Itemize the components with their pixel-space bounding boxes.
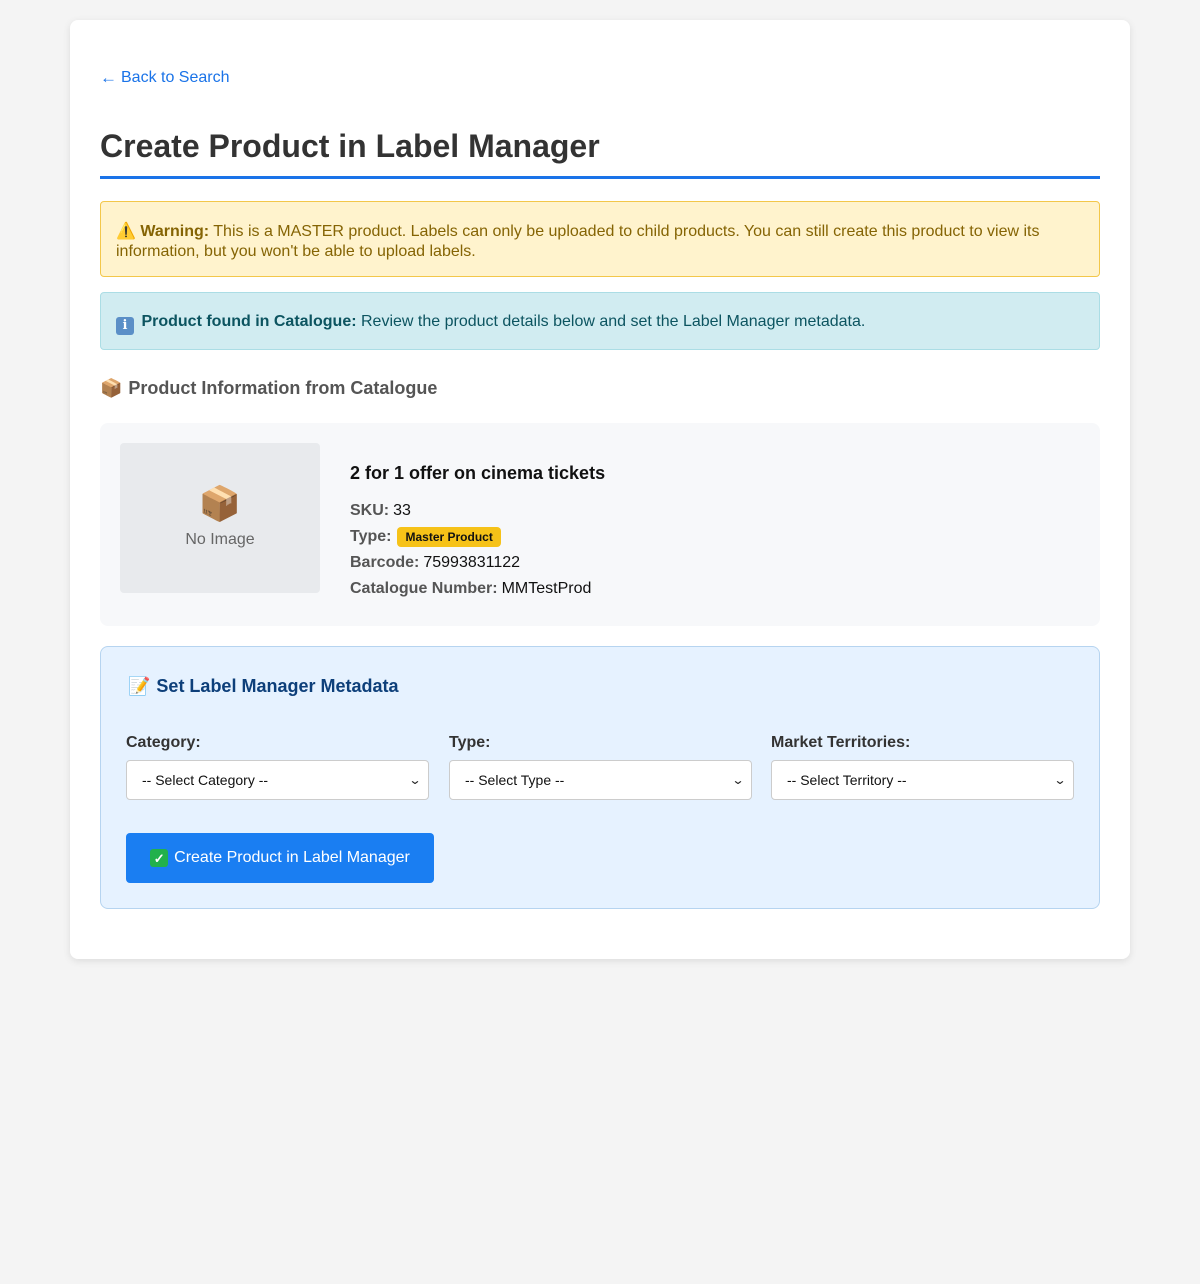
- metadata-heading-text: Set Label Manager Metadata: [156, 676, 399, 696]
- type-field: Type: -- Select Type -- ⌄: [449, 734, 752, 800]
- product-info-heading-text: Product Information from Catalogue: [128, 378, 438, 398]
- product-info-heading: 📦 Product Information from Catalogue: [100, 378, 437, 399]
- catalogue-number-value: MMTestProd: [501, 580, 592, 597]
- sku-label: SKU:: [350, 502, 390, 519]
- product-name: 2 for 1 offer on cinema tickets: [350, 463, 606, 483]
- chevron-down-icon: ⌄: [1053, 773, 1067, 787]
- memo-icon: 📝: [128, 676, 151, 696]
- type-select[interactable]: -- Select Type -- ⌄: [449, 760, 752, 800]
- type-select-value: -- Select Type --: [465, 772, 565, 788]
- metadata-heading: 📝 Set Label Manager Metadata: [128, 676, 399, 697]
- info-alert: i Product found in Catalogue: Review the…: [100, 292, 1100, 350]
- territories-label: Market Territories:: [771, 734, 911, 751]
- type-field-label: Type:: [449, 734, 491, 751]
- check-icon: ✓: [150, 849, 169, 867]
- metadata-panel: 📝 Set Label Manager Metadata Category: -…: [100, 646, 1100, 909]
- warning-icon: ⚠️: [116, 223, 136, 240]
- product-info-panel: 📦 No Image 2 for 1 offer on cinema ticke…: [100, 423, 1100, 626]
- territories-select[interactable]: -- Select Territory -- ⌄: [771, 760, 1074, 800]
- info-icon: i: [116, 317, 134, 335]
- back-to-search-link[interactable]: ← Back to Search: [100, 68, 230, 88]
- main-card: ← Back to Search Create Product in Label…: [70, 20, 1130, 959]
- info-label: Product found in Catalogue:: [141, 313, 357, 330]
- barcode-row: Barcode: 75993831122: [350, 550, 605, 576]
- back-link-label: Back to Search: [121, 69, 230, 86]
- create-product-button[interactable]: ✓ Create Product in Label Manager: [126, 833, 434, 883]
- category-select[interactable]: -- Select Category -- ⌄: [126, 760, 429, 800]
- package-icon: 📦: [198, 485, 242, 523]
- chevron-down-icon: ⌄: [731, 773, 745, 787]
- chevron-down-icon: ⌄: [408, 773, 422, 787]
- create-product-button-label: Create Product in Label Manager: [174, 849, 410, 866]
- info-text: Review the product details below and set…: [356, 313, 866, 330]
- catalogue-number-row: Catalogue Number: MMTestProd: [350, 576, 605, 602]
- barcode-value: 75993831122: [423, 554, 521, 571]
- sku-value: 33: [393, 502, 411, 519]
- territories-field: Market Territories: -- Select Territory …: [771, 734, 1074, 800]
- product-image-placeholder: 📦 No Image: [120, 443, 320, 593]
- sku-row: SKU: 33: [350, 498, 605, 524]
- category-select-value: -- Select Category --: [142, 772, 269, 788]
- product-details: 2 for 1 offer on cinema tickets SKU: 33 …: [350, 463, 605, 602]
- warning-text: This is a MASTER product. Labels can onl…: [116, 223, 1040, 260]
- warning-label: Warning:: [140, 223, 210, 240]
- type-label: Type:: [350, 528, 392, 545]
- catalogue-number-label: Catalogue Number:: [350, 580, 498, 597]
- territories-select-value: -- Select Territory --: [787, 772, 907, 788]
- type-row: Type: Master Product: [350, 524, 605, 550]
- warning-alert: ⚠️ Warning: This is a MASTER product. La…: [100, 201, 1100, 277]
- back-arrow-icon: ←: [100, 68, 117, 87]
- no-image-label: No Image: [185, 531, 255, 548]
- category-field: Category: -- Select Category -- ⌄: [126, 734, 429, 800]
- page-title: Create Product in Label Manager: [100, 128, 1100, 179]
- package-icon: 📦: [100, 378, 123, 398]
- type-badge: Master Product: [397, 527, 501, 547]
- category-label: Category:: [126, 734, 201, 751]
- barcode-label: Barcode:: [350, 554, 420, 571]
